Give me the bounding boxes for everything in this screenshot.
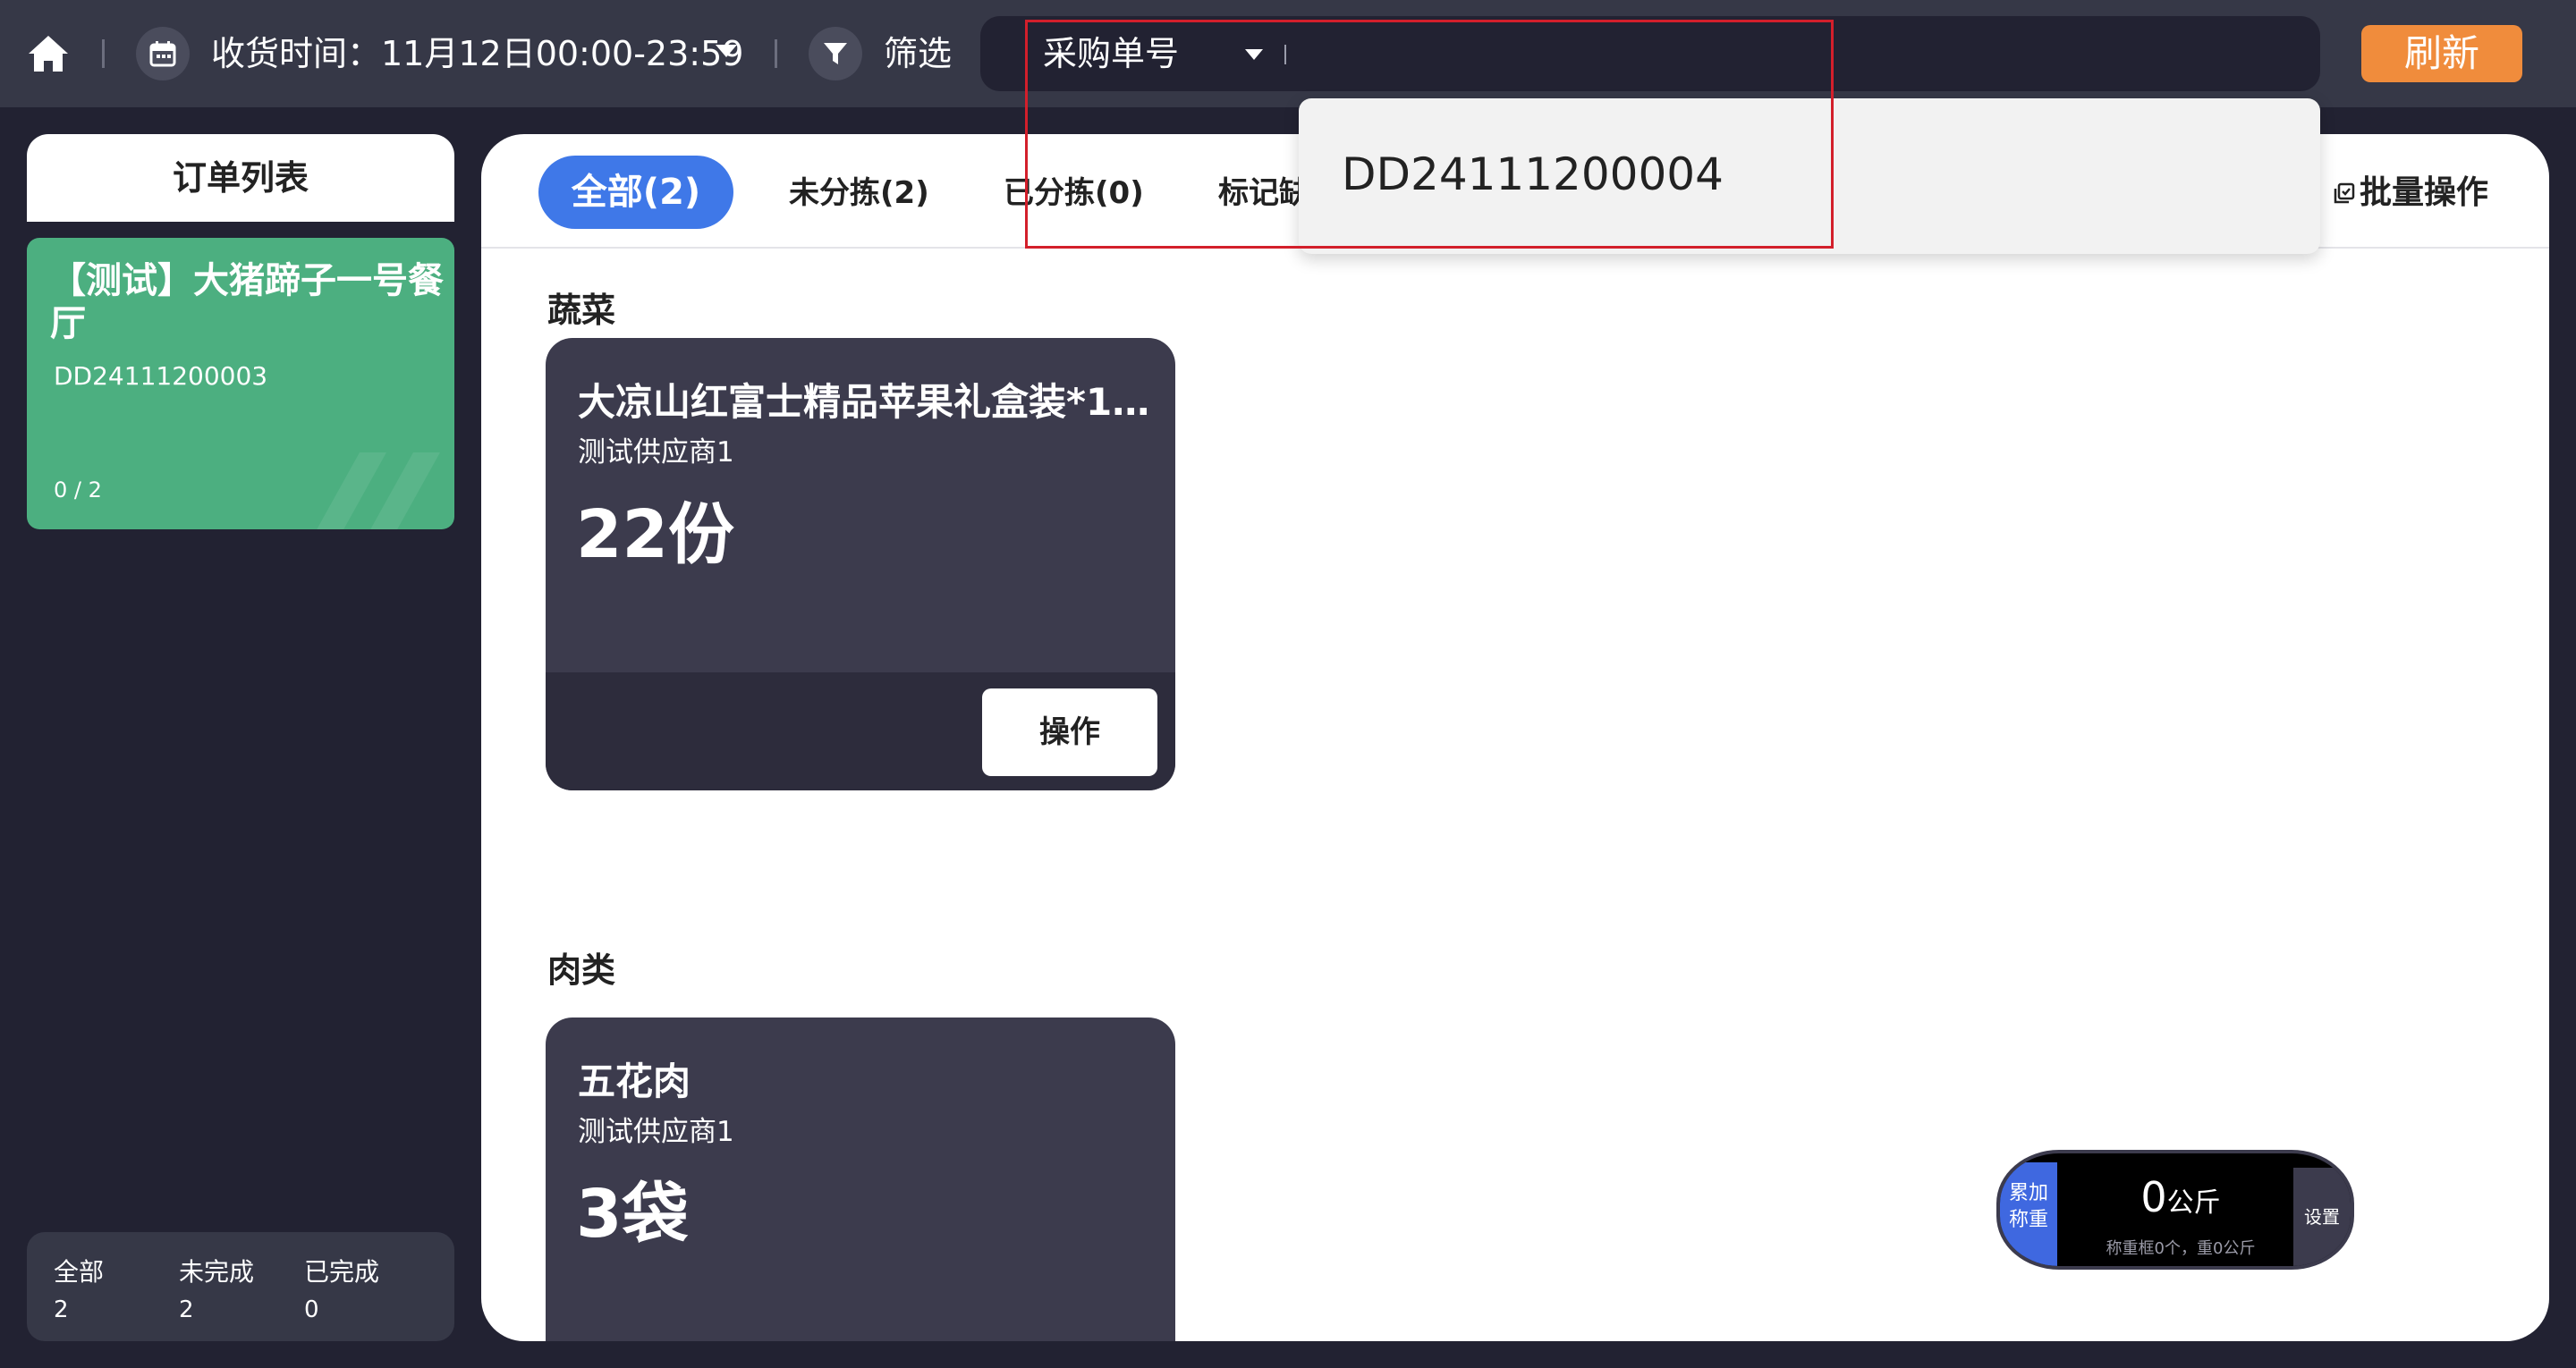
- stat-complete: 已完成 0: [304, 1254, 379, 1329]
- calendar-icon[interactable]: [136, 27, 190, 80]
- order-number: DD24111200003: [54, 361, 268, 391]
- refresh-button[interactable]: 刷新: [2361, 25, 2522, 82]
- batch-icon: [2334, 182, 2355, 204]
- batch-label: 批量操作: [2360, 174, 2489, 211]
- goods-title: 大凉山红富士精品苹果礼盒装*1...: [578, 380, 1150, 424]
- stat-label: 未完成: [179, 1257, 255, 1287]
- order-stats: 全部 2 未完成 2 已完成 0: [27, 1232, 454, 1341]
- goods-card[interactable]: 大凉山红富士精品苹果礼盒装*1... 测试供应商1 22份 操作: [546, 338, 1175, 790]
- goods-quantity: 3袋: [576, 1176, 689, 1253]
- accumulate-weigh-button[interactable]: 累加称重: [2000, 1162, 2057, 1266]
- batch-operation-button[interactable]: 批量操作: [2333, 170, 2488, 216]
- divider: [102, 39, 105, 68]
- scale-unit: 公斤: [2166, 1187, 2221, 1219]
- order-progress: 0 / 2: [54, 477, 102, 502]
- scale-reading: 0公斤: [2068, 1173, 2293, 1221]
- scale-widget: 累加称重 0公斤 称重框0个，重0公斤 设置: [1996, 1150, 2354, 1270]
- tab-unsorted[interactable]: 未分拣(2): [789, 170, 929, 216]
- goods-card-footer: 操作: [546, 672, 1175, 790]
- filter-button[interactable]: 筛选: [884, 30, 952, 77]
- stat-value: 0: [304, 1296, 319, 1323]
- receive-time-selector[interactable]: 收货时间：11月12日00:00-23:59: [211, 30, 743, 77]
- tab-all[interactable]: 全部(2): [538, 156, 733, 229]
- operate-button[interactable]: 操作: [982, 688, 1157, 776]
- order-list-title: 订单列表: [27, 134, 454, 222]
- goods-supplier: 测试供应商1: [578, 436, 734, 469]
- chevron-down-icon[interactable]: [716, 45, 737, 57]
- divider: [775, 39, 777, 68]
- order-name: 【测试】大猪蹄子一号餐厅: [50, 260, 444, 344]
- goods-card[interactable]: 五花肉 测试供应商1 3袋: [546, 1018, 1175, 1341]
- category-title: 蔬菜: [547, 291, 616, 330]
- stat-value: 2: [179, 1296, 194, 1323]
- decorative-chevron-icon: [317, 452, 440, 529]
- goods-quantity: 22份: [576, 496, 734, 573]
- stat-value: 2: [54, 1296, 69, 1323]
- order-card[interactable]: 【测试】大猪蹄子一号餐厅 DD24111200003 0 / 2: [27, 238, 454, 529]
- scale-settings-button[interactable]: 设置: [2293, 1168, 2351, 1266]
- stat-incomplete: 未完成 2: [179, 1254, 254, 1329]
- goods-supplier: 测试供应商1: [578, 1116, 734, 1148]
- category-title: 肉类: [547, 950, 616, 990]
- filter-icon[interactable]: [809, 27, 862, 80]
- scale-value: 0: [2140, 1173, 2167, 1221]
- stat-label: 全部: [54, 1257, 105, 1287]
- highlight-box: [1025, 20, 1834, 249]
- scale-subtext: 称重框0个，重0公斤: [2106, 1239, 2256, 1258]
- stat-label: 已完成: [304, 1257, 380, 1287]
- goods-title: 五花肉: [578, 1060, 691, 1103]
- stat-all: 全部 2: [54, 1254, 104, 1329]
- home-icon[interactable]: [25, 30, 72, 77]
